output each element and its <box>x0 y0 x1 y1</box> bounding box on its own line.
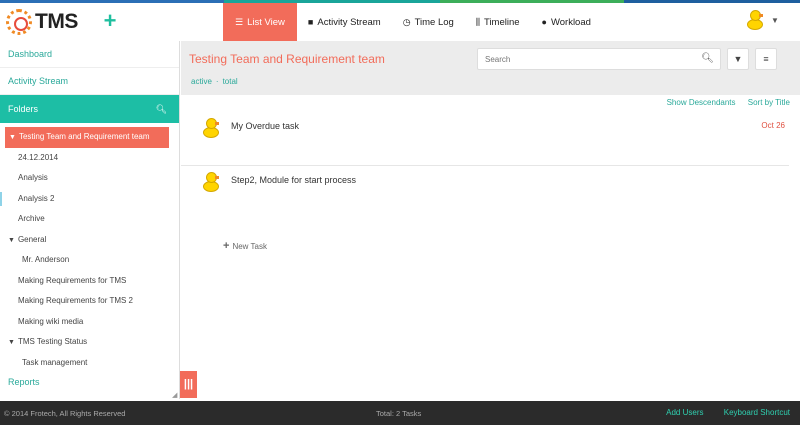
columns-icon: ||| <box>183 378 194 390</box>
task-due-date: Oct 26 <box>761 121 785 130</box>
clock-icon: ◷ <box>402 16 411 27</box>
new-task-button[interactable]: + New Task <box>223 240 267 252</box>
sort-by-link[interactable]: Sort by Title <box>748 98 790 107</box>
avatar <box>745 8 765 32</box>
task-total: Total: 2 Tasks <box>376 409 422 418</box>
keyboard-shortcut-link[interactable]: Keyboard Shortcut <box>724 408 790 417</box>
caret-down-icon: ▼ <box>8 339 15 346</box>
folder-header: Testing Team and Requirement team active… <box>181 41 800 95</box>
list-icon: ☰ <box>235 16 244 27</box>
new-task-label: New Task <box>232 242 267 251</box>
filter-icon: ▼ <box>733 54 743 64</box>
add-users-link[interactable]: Add Users <box>666 408 703 417</box>
main-panel: Testing Team and Requirement team active… <box>181 41 800 399</box>
folder-item[interactable]: ▼ General <box>0 230 179 251</box>
search-input[interactable] <box>478 49 688 69</box>
user-icon: ● <box>541 17 547 27</box>
folders-header: Folders 🔍︎ <box>0 95 179 123</box>
sidebar-item-activity-stream[interactable]: Activity Stream <box>0 68 179 95</box>
folder-item[interactable]: ▼ TMS Testing Status <box>0 332 179 353</box>
task-title[interactable]: Step2, Module for start process <box>231 175 356 185</box>
resize-grip-icon[interactable]: ◢ <box>172 391 177 399</box>
nav-list-view[interactable]: ☰ List View <box>223 3 297 41</box>
nav-label: Activity Stream <box>317 16 381 28</box>
footer: © 2014 Frotech, All Rights Reserved Tota… <box>0 401 800 425</box>
nav-label: Timeline <box>483 16 520 28</box>
search-icon[interactable]: 🔍︎ <box>156 104 167 115</box>
top-header: TMS + ☰ List View ■ Activity Stream ◷ Ti… <box>0 3 800 41</box>
avatar <box>201 170 221 194</box>
user-menu[interactable]: ▼ <box>745 8 779 32</box>
folder-item[interactable]: Archive <box>0 209 179 230</box>
filter-button[interactable]: ▼ <box>727 48 749 70</box>
table-row[interactable]: Step2, Module for start process <box>181 166 789 216</box>
sidebar-item-reports[interactable]: Reports <box>8 377 40 387</box>
sidebar-item-dashboard[interactable]: Dashboard <box>0 41 179 68</box>
caret-down-icon: ▼ <box>9 134 16 141</box>
app-logo[interactable]: TMS <box>6 9 78 35</box>
main-nav: ☰ List View ■ Activity Stream ◷ Time Log… <box>223 3 602 41</box>
chevron-down-icon: ▼ <box>771 15 779 25</box>
footer-links: Add Users Keyboard Shortcut <box>648 408 790 417</box>
nav-timeline[interactable]: ⫼ Timeline <box>465 3 531 41</box>
nav-label: Workload <box>550 16 591 28</box>
folder-item[interactable]: 24.12.2014 <box>0 148 179 169</box>
nav-workload[interactable]: ● Workload <box>531 3 602 41</box>
search-icon[interactable]: 🔍︎ <box>701 53 714 64</box>
search-box: 🔍︎ <box>477 48 721 70</box>
filter-separator: · <box>215 77 219 86</box>
sidebar-toggle-button[interactable]: ||| <box>180 371 197 398</box>
nav-activity-stream[interactable]: ■ Activity Stream <box>297 3 392 41</box>
caret-down-icon: ▼ <box>8 236 15 244</box>
folder-item[interactable]: Making Requirements for TMS <box>0 271 179 292</box>
menu-button[interactable]: ≡ <box>755 48 777 70</box>
list-options: Show Descendants Sort by Title <box>657 98 790 107</box>
task-filters: active · total <box>191 77 242 86</box>
copyright-text: © 2014 Frotech, All Rights Reserved <box>4 409 126 418</box>
table-row[interactable]: My Overdue task Oct 26 <box>181 110 789 166</box>
filter-active[interactable]: active <box>191 77 212 86</box>
comment-icon: ■ <box>307 17 314 27</box>
app-logo-text: TMS <box>35 10 78 33</box>
nav-label: Time Log <box>414 16 454 28</box>
folder-item[interactable]: Analysis <box>0 168 179 189</box>
timeline-icon: ⫼ <box>475 16 480 27</box>
gear-logo-icon <box>6 9 32 35</box>
add-button[interactable]: + <box>102 10 118 32</box>
task-title[interactable]: My Overdue task <box>231 121 299 131</box>
page-title: Testing Team and Requirement team <box>189 52 385 66</box>
folder-item-selected[interactable]: ▼ Testing Team and Requirement team <box>5 127 169 148</box>
nav-label: List View <box>247 16 285 28</box>
folder-item[interactable]: Making wiki media <box>0 312 179 333</box>
folder-item[interactable]: Mr. Anderson <box>0 250 179 271</box>
nav-time-log[interactable]: ◷ Time Log <box>392 3 465 41</box>
filter-total[interactable]: total <box>223 77 238 86</box>
folder-item[interactable]: Task management <box>0 353 179 374</box>
show-descendants-link[interactable]: Show Descendants <box>667 98 736 107</box>
sidebar: Dashboard Activity Stream Folders 🔍︎ ▼ Te… <box>0 41 180 399</box>
folders-label: Folders <box>8 104 39 114</box>
hamburger-icon: ≡ <box>763 54 769 64</box>
plus-icon: + <box>223 240 230 252</box>
folder-item[interactable]: Making Requirements for TMS 2 <box>0 291 179 312</box>
folder-item[interactable]: Analysis 2 <box>0 189 179 210</box>
avatar <box>201 116 221 140</box>
